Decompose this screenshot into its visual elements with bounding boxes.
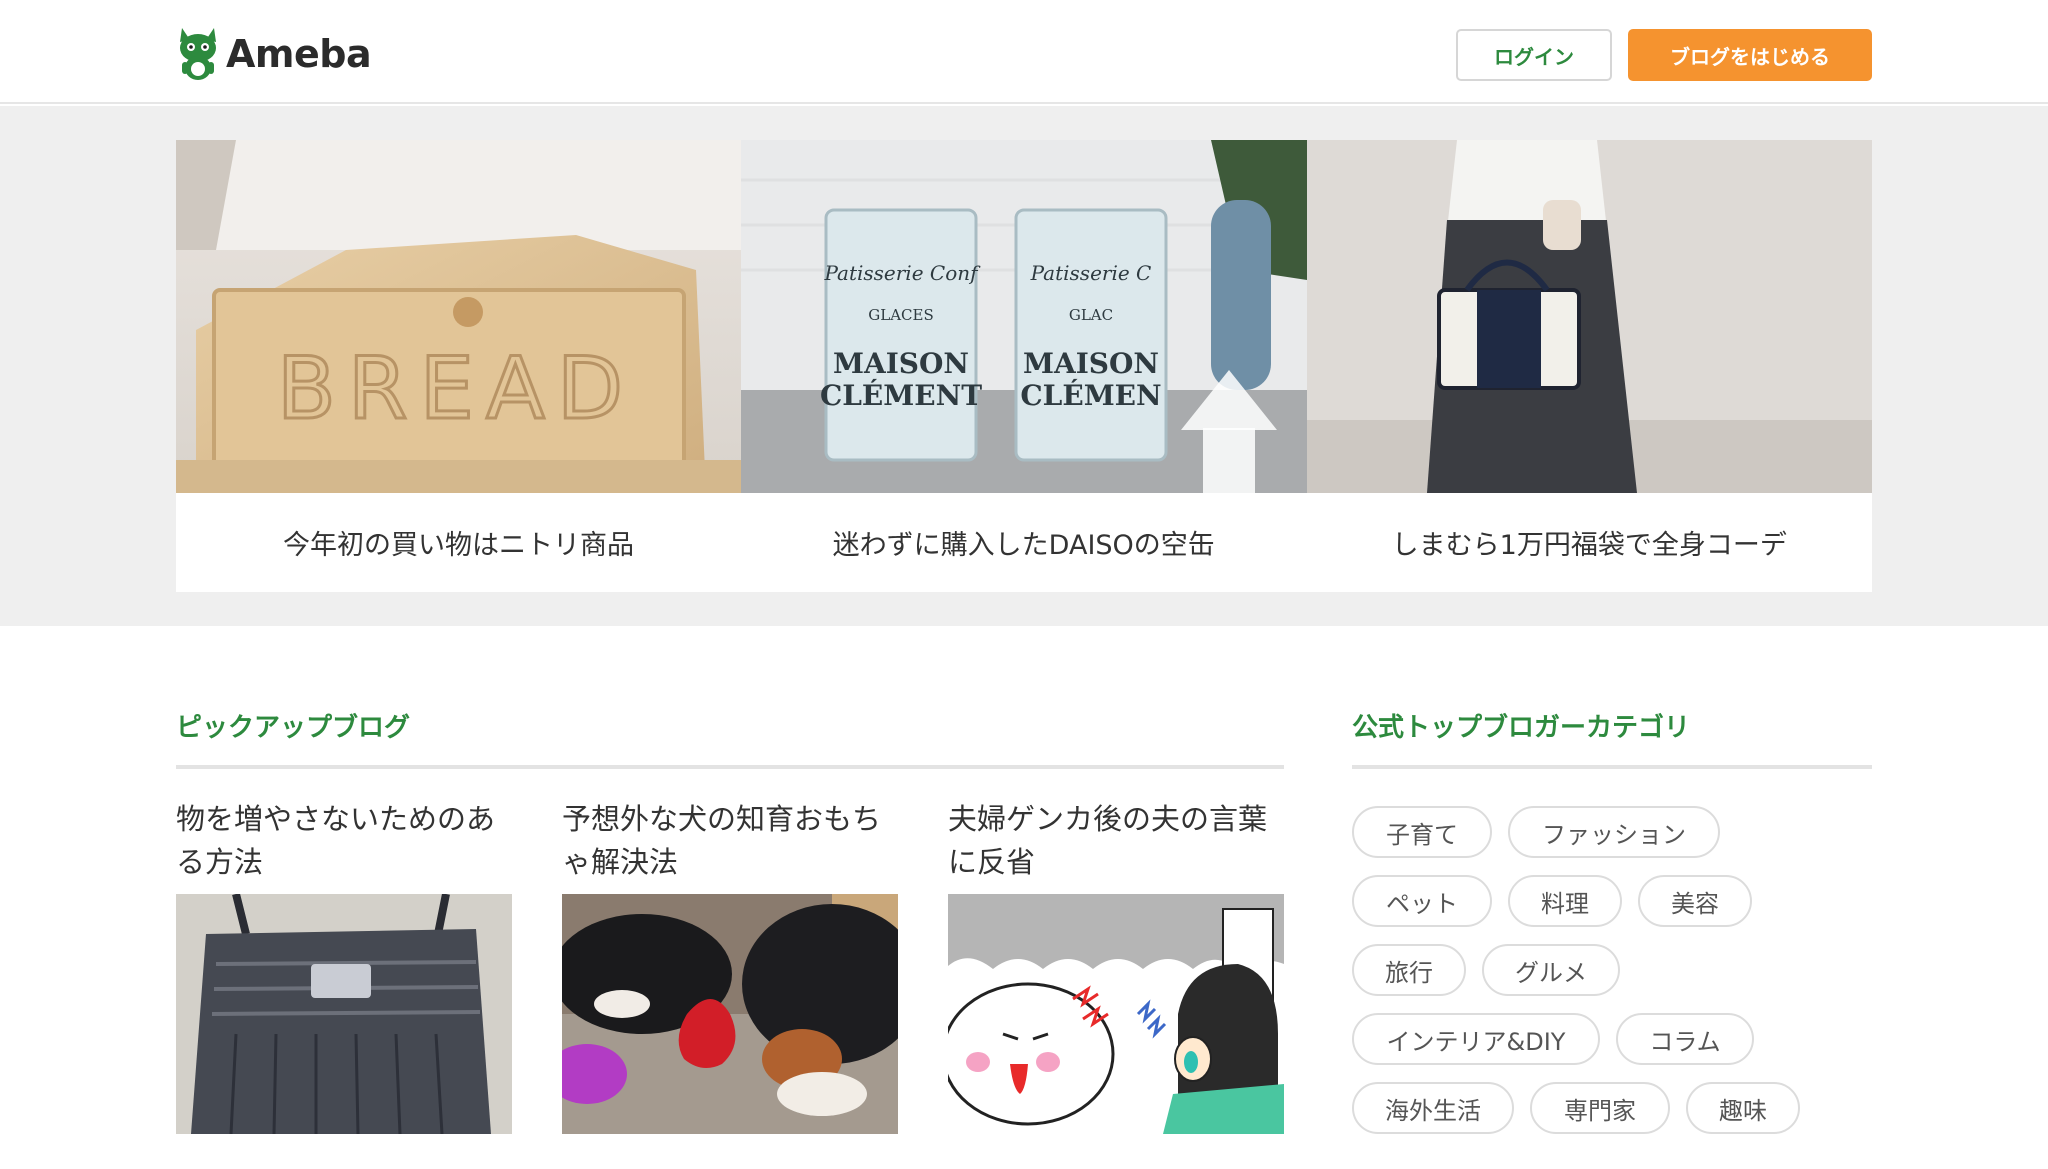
category-tag[interactable]: 趣味: [1686, 1082, 1800, 1134]
featured-card-caption: 今年初の買い物はニトリ商品: [283, 530, 634, 561]
featured-card-caption: しまむら1万円福袋で全身コーデ: [1391, 530, 1787, 561]
category-tag[interactable]: ペット: [1352, 875, 1492, 927]
login-button[interactable]: ログイン: [1456, 29, 1612, 81]
svg-text:BREAD: BREAD: [277, 339, 635, 439]
bread-box-photo: BREAD: [176, 140, 741, 493]
pickup-item-title[interactable]: 予想外な犬の知育おもちゃ解決法: [562, 798, 898, 886]
tin-cans-photo: Patisserie Conf GLACES MAISON CLÉMENT Pa…: [741, 140, 1307, 493]
category-tag[interactable]: 海外生活: [1352, 1082, 1514, 1134]
categories-divider: [1352, 765, 1872, 769]
svg-text:CLÉMEN: CLÉMEN: [1020, 379, 1161, 412]
category-tag[interactable]: 子育て: [1352, 806, 1492, 858]
category-tag[interactable]: ファッション: [1508, 806, 1720, 858]
svg-text:GLACES: GLACES: [868, 306, 933, 324]
category-tag[interactable]: インテリア&DIY: [1352, 1013, 1600, 1065]
svg-text:MAISON: MAISON: [833, 347, 969, 380]
category-tag[interactable]: グルメ: [1482, 944, 1620, 996]
bag-photo[interactable]: [176, 894, 512, 1134]
featured-card[interactable]: しまむら1万円福袋で全身コーデ: [1306, 140, 1872, 592]
pickup-item[interactable]: 物を増やさないためのある方法: [176, 798, 512, 1134]
start-blog-button[interactable]: ブログをはじめる: [1628, 29, 1872, 81]
featured-card-caption: 迷わずに購入したDAISOの空缶: [832, 530, 1215, 561]
pickup-item[interactable]: 予想外な犬の知育おもちゃ解決法: [562, 798, 898, 1134]
pickup-item-title[interactable]: 物を増やさないためのある方法: [176, 798, 512, 886]
pickup-item-title[interactable]: 夫婦ゲンカ後の夫の言葉に反省: [948, 798, 1284, 886]
pickup-item[interactable]: 夫婦ゲンカ後の夫の言葉に反省: [948, 798, 1284, 1134]
outfit-photo: [1306, 140, 1872, 493]
category-tag[interactable]: コラム: [1616, 1013, 1754, 1065]
category-tag[interactable]: 料理: [1508, 875, 1622, 927]
pickup-section-title: ピックアップブログ: [176, 713, 411, 743]
category-tag[interactable]: 美容: [1638, 875, 1752, 927]
svg-text:GLAC: GLAC: [1069, 306, 1113, 324]
featured-card[interactable]: BREAD 今年初の買い物はニトリ商品: [176, 140, 741, 592]
dogs-photo[interactable]: [562, 894, 898, 1134]
svg-text:Patisserie C: Patisserie C: [1030, 261, 1152, 285]
svg-text:CLÉMENT: CLÉMENT: [820, 379, 982, 412]
pickup-divider: [176, 765, 1284, 769]
featured-card[interactable]: Patisserie Conf GLACES MAISON CLÉMENT Pa…: [741, 140, 1307, 592]
category-tag[interactable]: 旅行: [1352, 944, 1466, 996]
svg-text:MAISON: MAISON: [1023, 347, 1159, 380]
site-header: Ameba ログイン ブログをはじめる: [0, 0, 2048, 104]
svg-text:Patisserie Conf: Patisserie Conf: [823, 261, 981, 285]
comic-illustration[interactable]: [948, 894, 1284, 1134]
ameba-logo[interactable]: Ameba: [176, 26, 372, 82]
logo-text: Ameba: [226, 32, 372, 76]
category-tag[interactable]: 専門家: [1530, 1082, 1670, 1134]
featured-cards: BREAD 今年初の買い物はニトリ商品 Patisserie Conf GLAC…: [176, 140, 1872, 592]
ameba-mascot-icon: [180, 28, 216, 80]
categories-section-title: 公式トップブロガーカテゴリ: [1352, 713, 1691, 743]
